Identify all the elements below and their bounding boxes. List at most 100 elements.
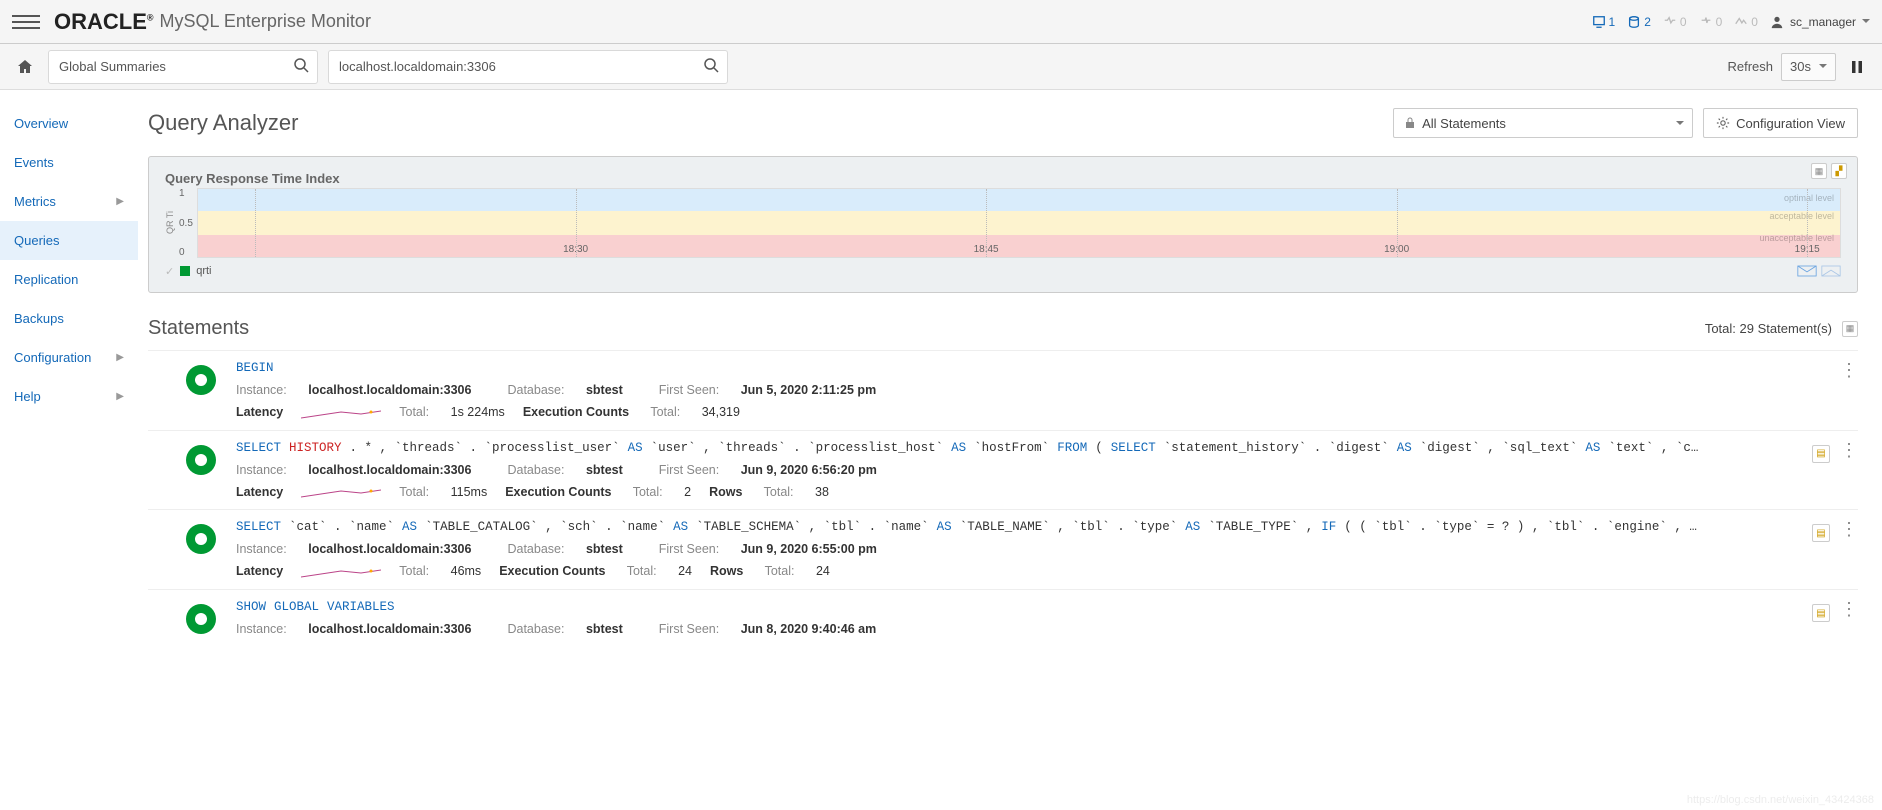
envelope-icon[interactable] xyxy=(1797,264,1817,278)
sidebar-item-metrics[interactable]: Metrics ▶ xyxy=(0,182,138,221)
user-menu[interactable]: sc_manager xyxy=(1770,15,1870,29)
search-icon xyxy=(703,57,719,76)
sidebar-item-label: Replication xyxy=(14,272,78,287)
qrti-chart-panel: ▦ ▞ Query Response Time Index QR Ti 10.5… xyxy=(148,156,1858,293)
gear-icon xyxy=(1716,116,1730,130)
refresh-interval-select[interactable]: 30s xyxy=(1781,53,1836,81)
statement-sql[interactable]: SELECT `cat` . `name` AS `TABLE_CATALOG`… xyxy=(236,520,1792,534)
group-selector[interactable]: Global Summaries xyxy=(48,50,318,84)
sidebar-item-configuration[interactable]: Configuration▶ xyxy=(0,338,138,377)
statement-meta: Instance: localhost.localdomain:3306Data… xyxy=(236,383,1820,397)
statement-meta: Instance: localhost.localdomain:3306Data… xyxy=(236,622,1792,636)
status-emergency[interactable]: 0 xyxy=(1734,15,1758,29)
statement-filter-select[interactable]: All Statements xyxy=(1393,108,1693,138)
statement-row: BEGIN Instance: localhost.localdomain:330… xyxy=(148,350,1858,430)
statement-sql[interactable]: BEGIN xyxy=(236,361,1820,375)
statements-title: Statements xyxy=(148,317,249,340)
chart-export-button[interactable]: ▦ xyxy=(1811,163,1827,179)
top-banner: ORACLE® MySQL Enterprise Monitor 1 2 0 0… xyxy=(0,0,1882,44)
chevron-down-icon xyxy=(1676,121,1684,129)
legend-label: qrti xyxy=(196,265,211,277)
status-ok-badge xyxy=(186,524,216,554)
chart-level-unacceptable: unacceptable level xyxy=(1759,233,1834,243)
chart-settings-button[interactable]: ▞ xyxy=(1831,163,1847,179)
search-icon xyxy=(293,57,309,76)
legend-swatch xyxy=(180,266,190,276)
statement-sql[interactable]: SHOW GLOBAL VARIABLES xyxy=(236,600,1792,614)
sidebar-item-replication[interactable]: Replication xyxy=(0,260,138,299)
chevron-right-icon: ▶ xyxy=(116,391,124,402)
chart-x-tick: 18:30 xyxy=(563,244,588,255)
status-warning[interactable]: 0 xyxy=(1663,15,1687,29)
sidebar-item-help[interactable]: Help ▶ xyxy=(0,377,138,416)
watermark: https://blog.csdn.net/weixin_43424368 xyxy=(1687,794,1874,806)
context-toolbar: Global Summaries localhost.localdomain:3… xyxy=(0,44,1882,90)
statement-menu-button[interactable]: ⋮ xyxy=(1840,445,1858,455)
group-selector-value: Global Summaries xyxy=(59,59,166,74)
statement-meta: Instance: localhost.localdomain:3306Data… xyxy=(236,463,1792,477)
sidebar-item-backups[interactable]: Backups xyxy=(0,299,138,338)
statement-row: SELECT HISTORY . * , `threads` . `proces… xyxy=(148,430,1858,510)
statement-filter-value: All Statements xyxy=(1422,116,1506,131)
status-critical[interactable]: 0 xyxy=(1699,15,1723,29)
statements-export-button[interactable]: ▦ xyxy=(1842,321,1858,337)
configuration-view-label: Configuration View xyxy=(1736,116,1845,131)
status-ok-badge xyxy=(186,604,216,634)
sidebar-item-label: Backups xyxy=(14,311,64,326)
menu-toggle-button[interactable] xyxy=(12,8,40,36)
status-hosts[interactable]: 1 xyxy=(1592,15,1616,29)
sidebar-item-events[interactable]: Events xyxy=(0,143,138,182)
status-ok-badge xyxy=(186,445,216,475)
instance-selector[interactable]: localhost.localdomain:3306 xyxy=(328,50,728,84)
status-instances[interactable]: 2 xyxy=(1627,15,1651,29)
chart-title: Query Response Time Index xyxy=(165,171,1841,186)
chart-y-ticks: 10.50 xyxy=(175,188,197,258)
statements-list: BEGIN Instance: localhost.localdomain:330… xyxy=(148,350,1858,646)
statement-menu-button[interactable]: ⋮ xyxy=(1840,365,1858,375)
chart-x-tick: 18:45 xyxy=(974,244,999,255)
chart-level-optimal: optimal level xyxy=(1784,193,1834,203)
chart-x-tick: 19:00 xyxy=(1384,244,1409,255)
sidebar-item-overview[interactable]: Overview xyxy=(0,104,138,143)
chart-x-tick: 19:15 xyxy=(1795,244,1820,255)
instance-selector-value: localhost.localdomain:3306 xyxy=(339,59,496,74)
statement-sql[interactable]: SELECT HISTORY . * , `threads` . `proces… xyxy=(236,441,1792,455)
chevron-down-icon xyxy=(1819,64,1827,72)
statement-stats: LatencyTotal: 46msExecution Counts Total… xyxy=(236,564,1792,579)
pause-icon xyxy=(1850,60,1864,74)
user-icon xyxy=(1770,15,1784,29)
chart-level-acceptable: acceptable level xyxy=(1769,211,1834,221)
page-title: Query Analyzer xyxy=(148,110,298,136)
sidebar-item-label: Queries xyxy=(14,233,60,248)
sidebar-item-label: Metrics xyxy=(14,194,56,209)
refresh-label: Refresh xyxy=(1728,59,1774,74)
statement-stats: LatencyTotal: 1s 224msExecution Counts T… xyxy=(236,405,1820,420)
sidebar-item-queries[interactable]: Queries xyxy=(0,221,138,260)
pause-button[interactable] xyxy=(1844,54,1870,80)
copy-sql-button[interactable]: ▤ xyxy=(1812,604,1830,622)
envelope-open-icon[interactable] xyxy=(1821,264,1841,278)
chevron-down-icon xyxy=(1862,19,1870,27)
statement-meta: Instance: localhost.localdomain:3306Data… xyxy=(236,542,1792,556)
sidebar-item-label: Help xyxy=(14,389,41,404)
sidebar-item-label: Events xyxy=(14,155,54,170)
statement-menu-button[interactable]: ⋮ xyxy=(1840,524,1858,534)
statement-stats: LatencyTotal: 115msExecution Counts Tota… xyxy=(236,485,1792,500)
sidebar-nav: Overview Events Metrics ▶ Queries Replication… xyxy=(0,90,138,676)
sidebar-item-label: Configuration xyxy=(14,350,91,365)
home-button[interactable] xyxy=(12,54,38,80)
brand-logo: ORACLE® xyxy=(54,9,154,35)
lock-icon xyxy=(1404,117,1416,129)
copy-sql-button[interactable]: ▤ xyxy=(1812,524,1830,542)
status-ok-badge xyxy=(186,365,216,395)
user-name: sc_manager xyxy=(1790,15,1856,29)
chart-plot-area[interactable]: optimal level acceptable level unaccepta… xyxy=(197,188,1841,258)
statement-row: SHOW GLOBAL VARIABLES Instance: localhost… xyxy=(148,589,1858,646)
chevron-right-icon: ▶ xyxy=(116,196,124,207)
copy-sql-button[interactable]: ▤ xyxy=(1812,445,1830,463)
statement-row: SELECT `cat` . `name` AS `TABLE_CATALOG`… xyxy=(148,509,1858,589)
statement-menu-button[interactable]: ⋮ xyxy=(1840,604,1858,614)
configuration-view-button[interactable]: Configuration View xyxy=(1703,108,1858,138)
sidebar-item-label: Overview xyxy=(14,116,68,131)
product-name: MySQL Enterprise Monitor xyxy=(160,11,371,32)
